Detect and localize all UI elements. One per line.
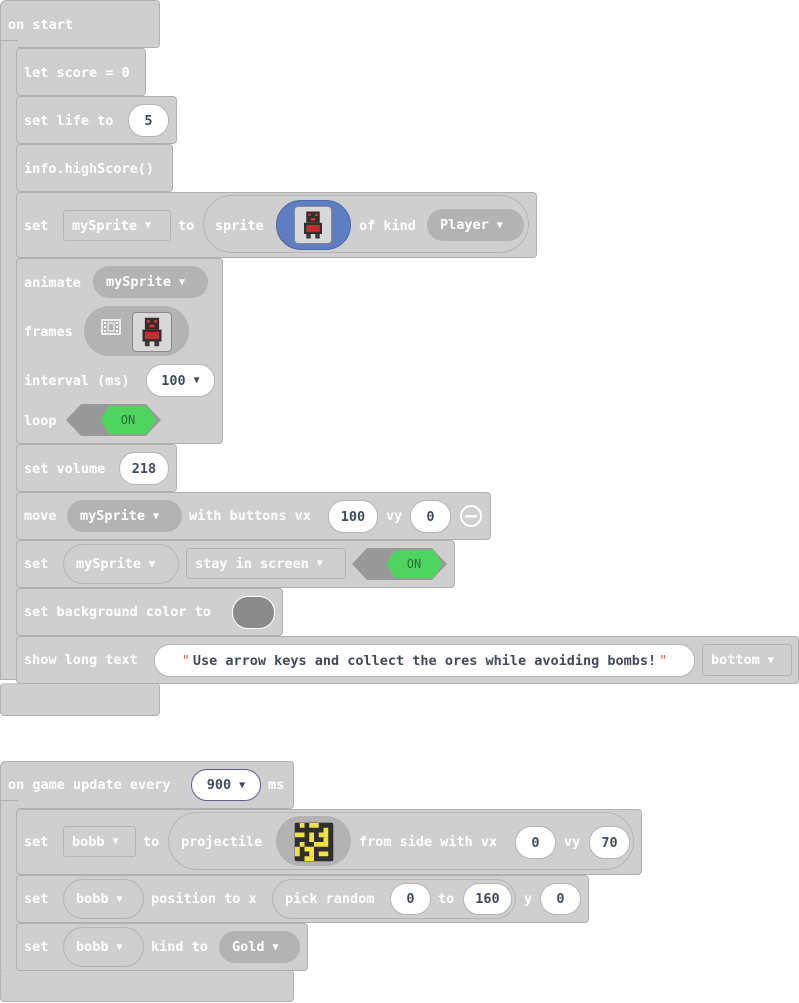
random-to-label: to [438,891,455,907]
player-sprite-icon [142,317,162,347]
triangle-down-icon: ▼ [767,654,774,666]
volume-value-input[interactable]: 218 [119,452,169,485]
triangle-down-icon: ▼ [116,893,123,905]
y-label: y [524,891,533,907]
set-label: set [24,834,49,850]
kind-value: Player [440,217,489,233]
life-value-input[interactable]: 5 [128,104,169,137]
loop-toggle-on[interactable]: ON [100,406,156,434]
kind-dropdown[interactable]: Player ▼ [427,209,524,241]
interval-dropdown[interactable]: 100 ▼ [146,364,215,397]
text-position-dropdown[interactable]: bottom ▼ [702,644,792,676]
frames-label: frames [24,324,73,340]
set-label: set [24,939,49,955]
ms-label: ms [268,777,285,793]
of-kind-label: of kind [359,218,416,234]
background-color-swatch[interactable] [232,596,275,629]
game-update-label: on game update every [8,777,171,793]
triangle-down-icon: ▼ [149,558,156,570]
bobb-variable-dropdown[interactable]: bobb ▼ [63,826,136,857]
triangle-down-icon: ▼ [116,941,123,953]
minus-circle-icon[interactable] [459,504,483,528]
var-name: bobb [72,833,105,850]
set-background-label: set background color to [24,604,211,620]
var-name: mySprite [72,217,138,234]
position-sprite-dropdown[interactable]: bobb ▼ [63,879,144,919]
sprite-variable-dropdown[interactable]: mySprite ▼ [63,210,171,241]
set-life-label: set life to [24,113,114,129]
stay-sprite-dropdown[interactable]: mySprite ▼ [63,544,179,584]
film-icon [101,319,121,335]
triangle-down-icon: ▼ [239,779,246,791]
interval-label: interval (ms) [24,373,130,389]
kind-to-label: kind to [151,939,208,955]
vy-label: vy [386,508,403,524]
set-label: set [24,556,49,572]
kind-value: Gold [232,939,265,955]
var-name: bobb [76,891,109,907]
long-text-value: Use arrow keys and collect the ores whil… [192,652,657,669]
set-label: set [24,218,49,234]
stay-toggle-on[interactable]: ON [386,550,442,578]
vy-label: vy [564,834,581,850]
show-long-text-label: show long text [24,652,138,668]
position-y-input[interactable]: 0 [540,883,581,915]
gold-ore-icon [295,823,333,861]
triangle-down-icon: ▼ [316,558,323,569]
close-quote-icon: " [659,652,668,669]
player-sprite-icon [304,211,322,239]
animate-label: animate [24,275,81,291]
sprite-image-thumbnail[interactable] [294,206,332,244]
triangle-down-icon: ▼ [112,836,119,847]
pick-random-label: pick random [285,891,375,907]
set-volume-label: set volume [24,461,106,477]
with-buttons-label: with buttons vx [189,508,311,524]
interval-value: 100 [161,372,186,389]
high-score-label: info.highScore() [24,161,155,177]
open-quote-icon: " [181,652,190,669]
triangle-down-icon: ▼ [153,510,160,522]
on-start-footer [0,683,160,716]
update-interval-dropdown[interactable]: 900 ▼ [191,769,261,801]
vx-value-input[interactable]: 100 [328,500,378,533]
sprite-flag-dropdown[interactable]: stay in screen ▼ [186,548,346,579]
position-value: bottom [711,652,760,668]
projectile-vx-input[interactable]: 0 [515,826,556,859]
game-update-footer [0,970,294,1002]
kind-sprite-dropdown[interactable]: bobb ▼ [63,927,144,967]
sprite-label: sprite [215,218,264,234]
set-label: set [24,891,49,907]
var-name: mySprite [76,556,142,572]
var-name: mySprite [80,508,146,524]
long-text-string-input[interactable]: " Use arrow keys and collect the ores whi… [154,644,695,677]
var-name: bobb [76,939,109,955]
let-score-label: let score = 0 [24,65,130,81]
animation-frame-thumbnail[interactable] [132,312,172,352]
animate-sprite-dropdown[interactable]: mySprite ▼ [93,266,208,298]
projectile-label: projectile [181,834,263,850]
interval-value: 900 [206,777,232,793]
triangle-down-icon: ▼ [145,220,152,231]
projectile-vy-input[interactable]: 70 [589,826,630,859]
from-side-label: from side with vx [359,834,498,850]
on-start-label: on start [8,17,74,33]
move-sprite-dropdown[interactable]: mySprite ▼ [67,500,182,532]
move-label: move [24,508,57,524]
random-min-input[interactable]: 0 [390,883,431,915]
var-name: mySprite [106,274,172,290]
triangle-down-icon: ▼ [496,219,503,231]
loop-label: loop [24,413,57,429]
projectile-image-thumbnail[interactable] [294,822,334,862]
random-max-input[interactable]: 160 [463,883,512,915]
triangle-down-icon: ▼ [272,941,279,953]
to-label: to [178,218,195,234]
gold-kind-dropdown[interactable]: Gold ▼ [219,931,300,963]
flag-name: stay in screen [195,555,309,572]
triangle-down-icon: ▼ [193,375,200,386]
vy-value-input[interactable]: 0 [410,500,451,533]
triangle-down-icon: ▼ [179,276,186,288]
to-label: to [143,834,160,850]
position-to-label: position to x [151,891,257,907]
